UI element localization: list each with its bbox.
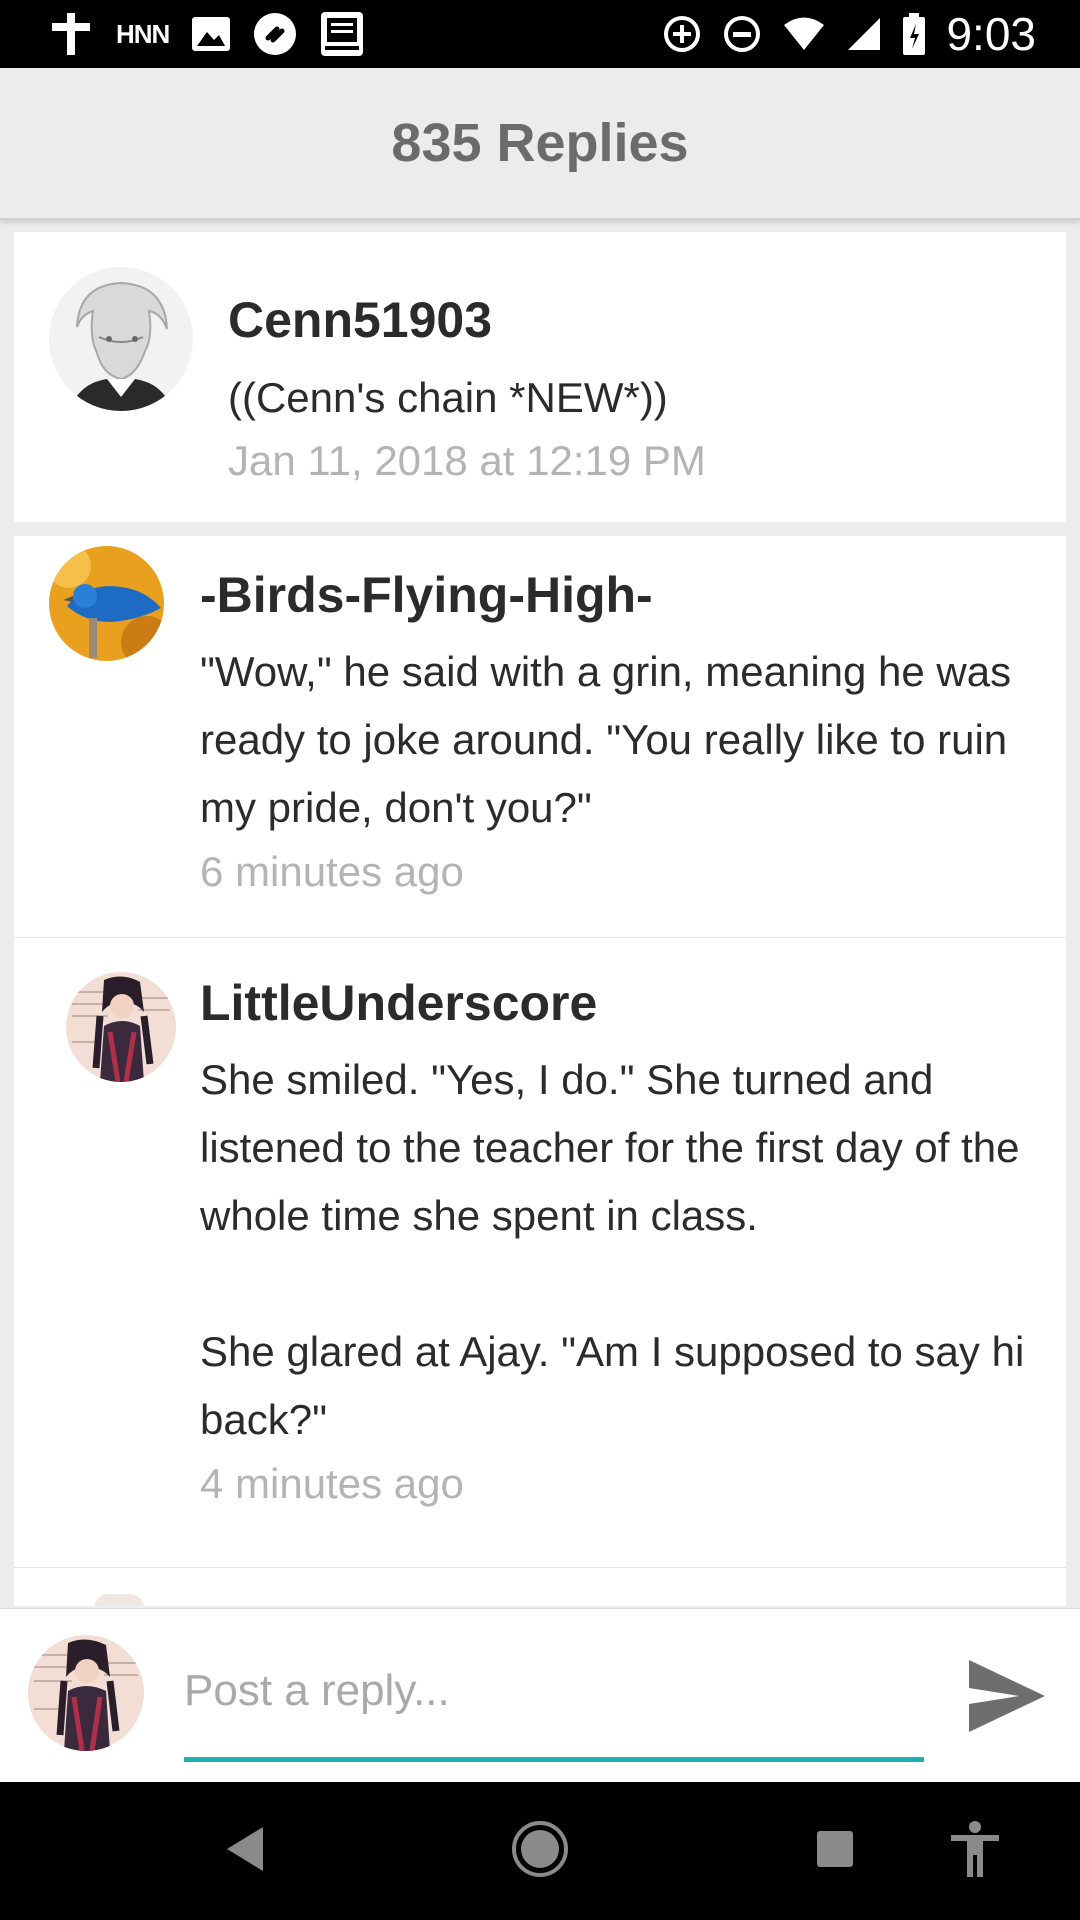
reply-input-underline xyxy=(184,1757,924,1762)
reply-paragraph: She smiled. "Yes, I do." She turned and … xyxy=(200,1056,1020,1239)
avatar xyxy=(94,1594,144,1606)
avatar[interactable] xyxy=(66,972,176,1082)
image-icon xyxy=(191,16,231,52)
reply-feed[interactable]: Cenn51903 ((Cenn's chain *NEW*)) Jan 11,… xyxy=(14,232,1066,1606)
data-saver-icon xyxy=(662,14,702,54)
recents-icon xyxy=(815,1829,855,1874)
home-button[interactable] xyxy=(505,1816,575,1886)
reply-timestamp: 4 minutes ago xyxy=(200,1460,464,1507)
reply-item-partial[interactable] xyxy=(14,1568,1066,1606)
wifi-icon xyxy=(782,16,826,52)
reply-composer xyxy=(0,1608,1080,1783)
reply-paragraph: "Wow," he said with a grin, meaning he w… xyxy=(200,648,1012,831)
back-icon xyxy=(223,1825,267,1878)
status-bar: HNN 9:03 xyxy=(0,0,1080,68)
reply-paragraph: She glared at Ajay. "Am I supposed to sa… xyxy=(200,1328,1025,1443)
reply-author[interactable]: LittleUnderscore xyxy=(200,968,1046,1038)
reply-list: -Birds-Flying-High- "Wow," he said with … xyxy=(14,536,1066,1606)
clock: 9:03 xyxy=(946,8,1036,60)
reply-input[interactable] xyxy=(184,1659,924,1723)
cross-icon xyxy=(48,11,94,57)
reply-item[interactable]: -Birds-Flying-High- "Wow," he said with … xyxy=(14,536,1066,938)
reply-body: "Wow," he said with a grin, meaning he w… xyxy=(200,638,1046,842)
avatar[interactable] xyxy=(49,267,193,411)
recents-button[interactable] xyxy=(800,1816,870,1886)
avatar[interactable] xyxy=(49,546,164,661)
reply-item[interactable]: LittleUnderscore She smiled. "Yes, I do.… xyxy=(14,938,1066,1568)
post-author[interactable]: Cenn51903 xyxy=(228,288,1048,352)
app-header: 835 Replies xyxy=(0,68,1080,220)
post-text: ((Cenn's chain *NEW*)) xyxy=(228,374,668,421)
user-avatar xyxy=(28,1635,144,1751)
reply-author[interactable]: -Birds-Flying-High- xyxy=(200,560,1046,630)
battery-icon xyxy=(902,12,926,56)
bible-icon xyxy=(319,10,365,58)
reply-body: She smiled. "Yes, I do." She turned and … xyxy=(200,1046,1046,1454)
original-post[interactable]: Cenn51903 ((Cenn's chain *NEW*)) Jan 11,… xyxy=(14,232,1066,522)
reply-timestamp: 6 minutes ago xyxy=(200,848,464,895)
send-icon xyxy=(967,1658,1047,1739)
cell-signal-icon xyxy=(846,16,882,52)
post-timestamp: Jan 11, 2018 at 12:19 PM xyxy=(228,437,706,484)
system-nav-bar xyxy=(0,1782,1080,1920)
back-button[interactable] xyxy=(210,1816,280,1886)
accessibility-button[interactable] xyxy=(940,1816,1010,1886)
shazam-icon xyxy=(253,12,297,56)
accessibility-icon xyxy=(947,1819,1003,1884)
carrier-label: HNN xyxy=(116,18,170,49)
home-icon xyxy=(510,1819,570,1884)
page-title: 835 Replies xyxy=(391,113,689,173)
do-not-disturb-icon xyxy=(722,14,762,54)
send-button[interactable] xyxy=(962,1653,1052,1743)
